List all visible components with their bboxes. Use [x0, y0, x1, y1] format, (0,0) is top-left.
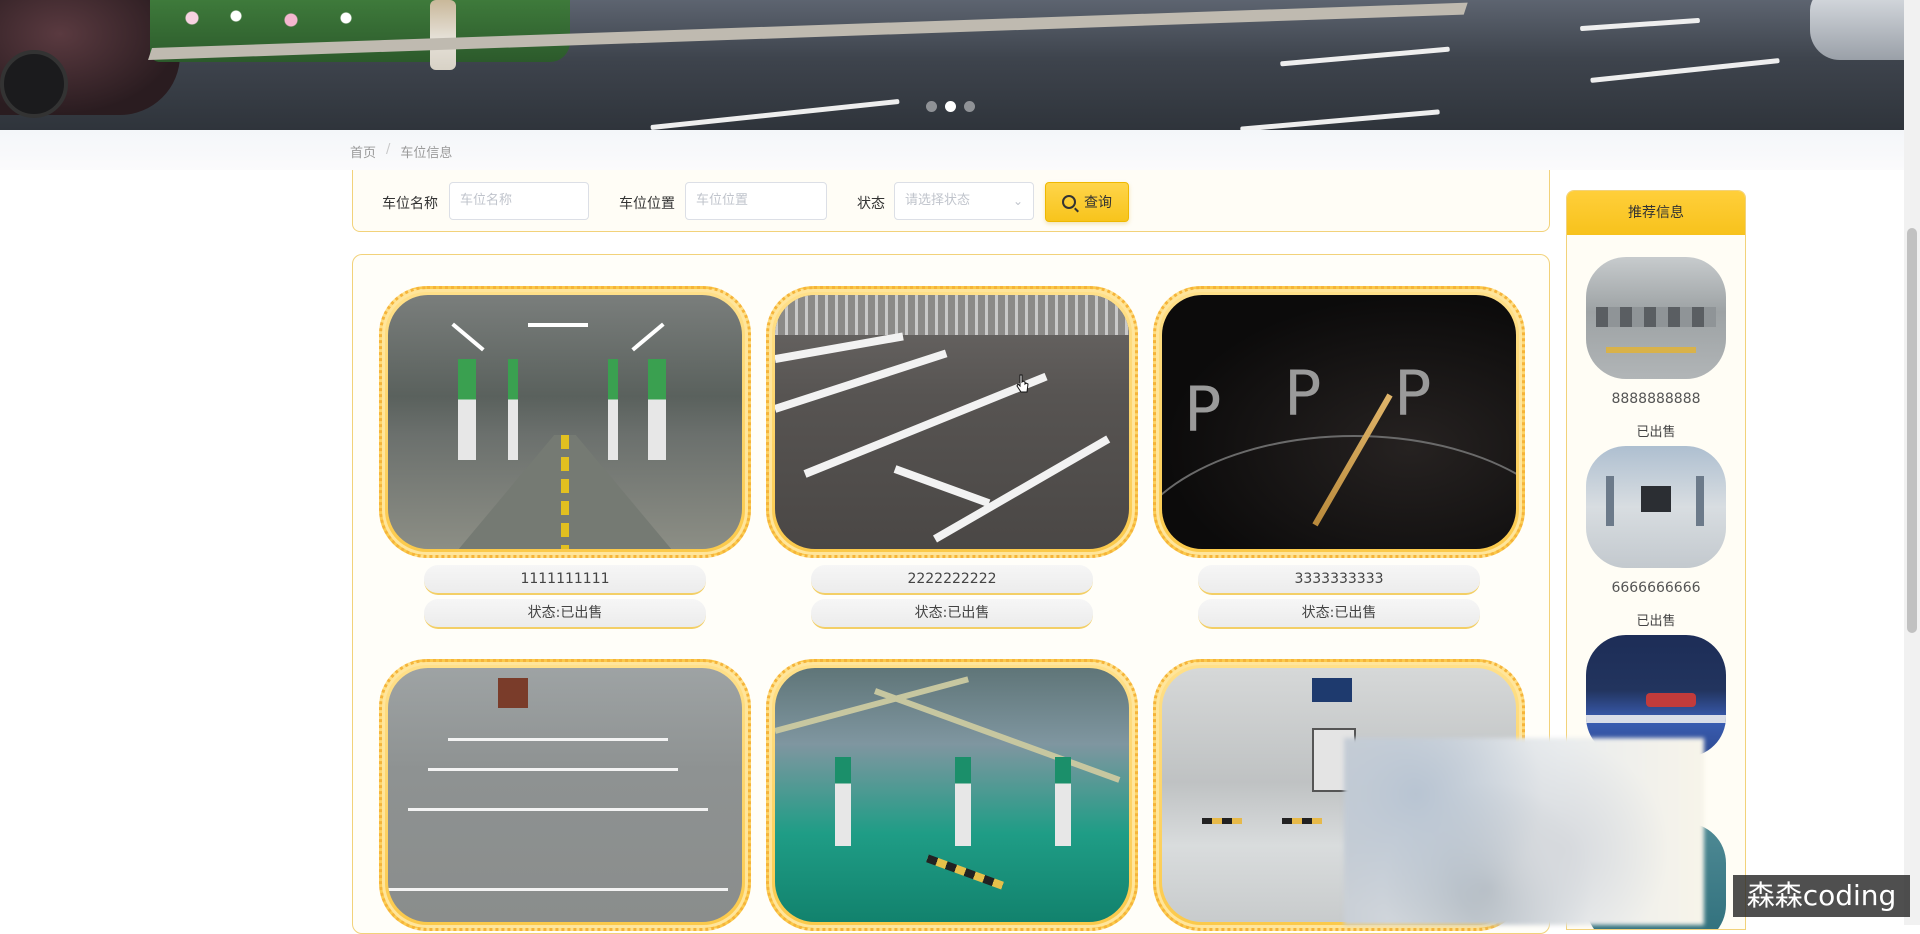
spot-name: 2222222222 — [811, 565, 1093, 595]
watermark: 森森coding — [1733, 875, 1910, 917]
spot-image — [775, 295, 1129, 549]
spot-name: 1111111111 — [424, 565, 706, 595]
location-label: 车位位置 — [619, 196, 675, 212]
spot-image — [388, 668, 742, 922]
carousel-dot-active[interactable] — [945, 101, 956, 112]
query-button-label: 查询 — [1084, 195, 1112, 211]
spot-status: 状态:已出售 — [811, 599, 1093, 629]
recommend-status: 已出售 — [1636, 425, 1676, 440]
spot-image-frame[interactable] — [379, 659, 751, 931]
query-button[interactable]: 查询 — [1045, 182, 1129, 222]
spot-image-frame[interactable]: P P P — [1153, 286, 1525, 558]
spot-image-frame[interactable] — [766, 659, 1138, 931]
name-input[interactable]: 车位名称 — [449, 182, 589, 220]
banner-carousel[interactable] — [0, 0, 1904, 130]
breadcrumb-bar: 首页 / 车位信息 — [0, 130, 1904, 170]
breadcrumb-separator: / — [386, 142, 391, 157]
recommend-image[interactable] — [1586, 257, 1726, 379]
carousel-indicators — [926, 101, 975, 112]
spot-status: 状态:已出售 — [424, 599, 706, 629]
spot-image-frame[interactable] — [766, 286, 1138, 558]
status-select-placeholder: 请选择状态 — [905, 193, 971, 208]
recommend-title: 推荐信息 — [1567, 191, 1745, 235]
spot-image: P P P — [1162, 295, 1516, 549]
spot-image — [388, 295, 742, 549]
status-label: 状态 — [857, 196, 885, 212]
recommend-name: 8888888888 — [1611, 391, 1701, 407]
banner-car-right — [1810, 0, 1904, 60]
recommend-item[interactable]: 8888888888 已出售 — [1586, 257, 1726, 440]
spot-status: 状态:已出售 — [1198, 599, 1480, 629]
recommend-name: 6666666666 — [1611, 580, 1701, 596]
name-label: 车位名称 — [382, 196, 438, 212]
search-panel: 车位名称 车位名称 车位位置 车位位置 状态 请选择状态 ⌄ 查询 — [352, 170, 1550, 232]
banner-pedestrian — [430, 0, 456, 70]
status-select[interactable]: 请选择状态 ⌄ — [894, 182, 1034, 220]
recommend-status: 已出售 — [1636, 614, 1676, 629]
spot-image — [775, 668, 1129, 922]
breadcrumb-home[interactable]: 首页 — [350, 142, 376, 161]
breadcrumb-current: 车位信息 — [400, 146, 453, 161]
breadcrumb: 首页 / 车位信息 — [350, 142, 452, 161]
page-scrollbar[interactable] — [1904, 0, 1920, 925]
spot-name: 3333333333 — [1198, 565, 1480, 595]
mouse-cursor-icon — [1016, 374, 1029, 393]
blurred-overlay — [1344, 738, 1704, 925]
spot-image-frame[interactable] — [379, 286, 751, 558]
recommend-image[interactable] — [1586, 446, 1726, 568]
search-icon — [1062, 195, 1076, 209]
carousel-dot[interactable] — [926, 101, 937, 112]
carousel-dot[interactable] — [964, 101, 975, 112]
recommend-item[interactable]: 6666666666 已出售 — [1586, 446, 1726, 629]
scrollbar-thumb[interactable] — [1907, 228, 1917, 633]
location-input[interactable]: 车位位置 — [685, 182, 827, 220]
chevron-down-icon: ⌄ — [1012, 194, 1023, 208]
